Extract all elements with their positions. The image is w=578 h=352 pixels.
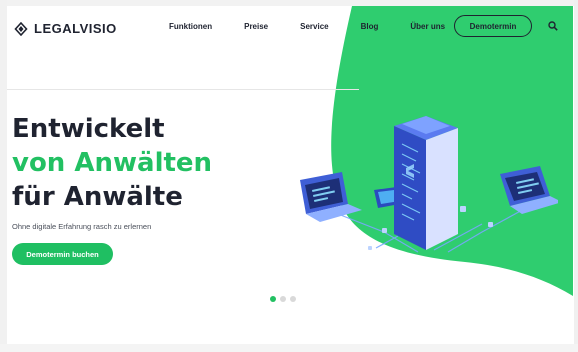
headline-line-3: für Anwälte [12,182,183,212]
headline-line-1: Entwickelt [12,114,165,144]
search-icon[interactable] [548,21,558,31]
hero-subtitle: Ohne digitale Erfahrung rasch zu erlerne… [12,222,152,231]
main-nav: Funktionen Preise Service Blog Über uns [169,22,445,31]
carousel-dot-1[interactable] [270,296,276,302]
left-edge [0,0,7,352]
right-edge [574,0,578,352]
server-network-illustration [300,116,558,253]
bottom-edge [0,344,578,352]
nav-item-blog[interactable]: Blog [361,22,379,31]
nav-item-preise[interactable]: Preise [244,22,268,31]
brand-name: LEGALVISIO [34,21,117,36]
carousel-dot-3[interactable] [290,296,296,302]
laptop-right-icon [500,166,558,214]
nav-item-service[interactable]: Service [300,22,328,31]
demo-button[interactable]: Demotermin [454,15,532,37]
brand-logo[interactable]: LEGALVISIO [14,21,117,36]
top-edge [0,0,578,6]
carousel-dot-2[interactable] [280,296,286,302]
laptop-left-icon [300,172,362,222]
nav-item-ueber-uns[interactable]: Über uns [410,22,445,31]
hero-headline: Entwickelt von Anwälten für Anwälte [12,112,212,214]
carousel-indicators [270,296,296,302]
diamond-outline-icon [14,21,28,36]
headline-line-2: von Anwälten [12,148,213,178]
nav-item-funktionen[interactable]: Funktionen [169,22,212,31]
server-tower-icon [394,116,458,250]
site-header: LEGALVISIO Funktionen Preise Service Blo… [7,12,573,44]
book-demo-button[interactable]: Demotermin buchen [12,243,113,265]
page-frame: LEGALVISIO Funktionen Preise Service Blo… [0,0,578,352]
header-divider [7,89,359,90]
